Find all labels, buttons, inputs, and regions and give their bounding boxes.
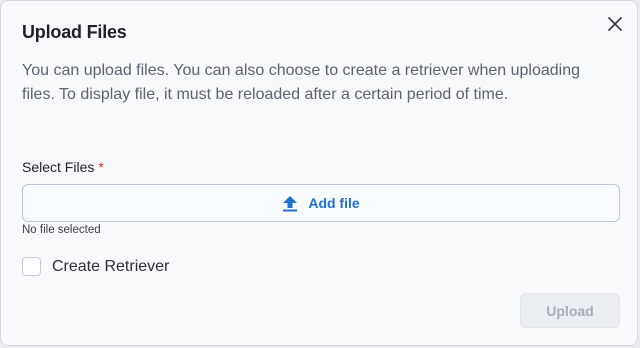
close-button[interactable] [604,15,626,37]
create-retriever-label[interactable]: Create Retriever [52,258,169,276]
close-icon [608,16,622,36]
dialog-title: Upload Files [22,22,127,42]
select-files-label: Select Files * [22,159,104,175]
create-retriever-checkbox[interactable] [22,257,41,276]
file-status-text: No file selected [22,224,101,236]
create-retriever-option[interactable]: Create Retriever [22,256,169,277]
upload-arrow-icon [282,195,298,212]
upload-button[interactable]: Upload [520,293,620,328]
add-file-label: Add file [308,195,360,211]
select-files-text: Select Files [22,159,95,175]
required-marker: * [98,159,104,175]
add-file-button[interactable]: Add file [22,184,620,222]
upload-files-dialog: Upload Files You can upload files. You c… [0,0,638,346]
dialog-description: You can upload files. You can also choos… [22,62,581,103]
